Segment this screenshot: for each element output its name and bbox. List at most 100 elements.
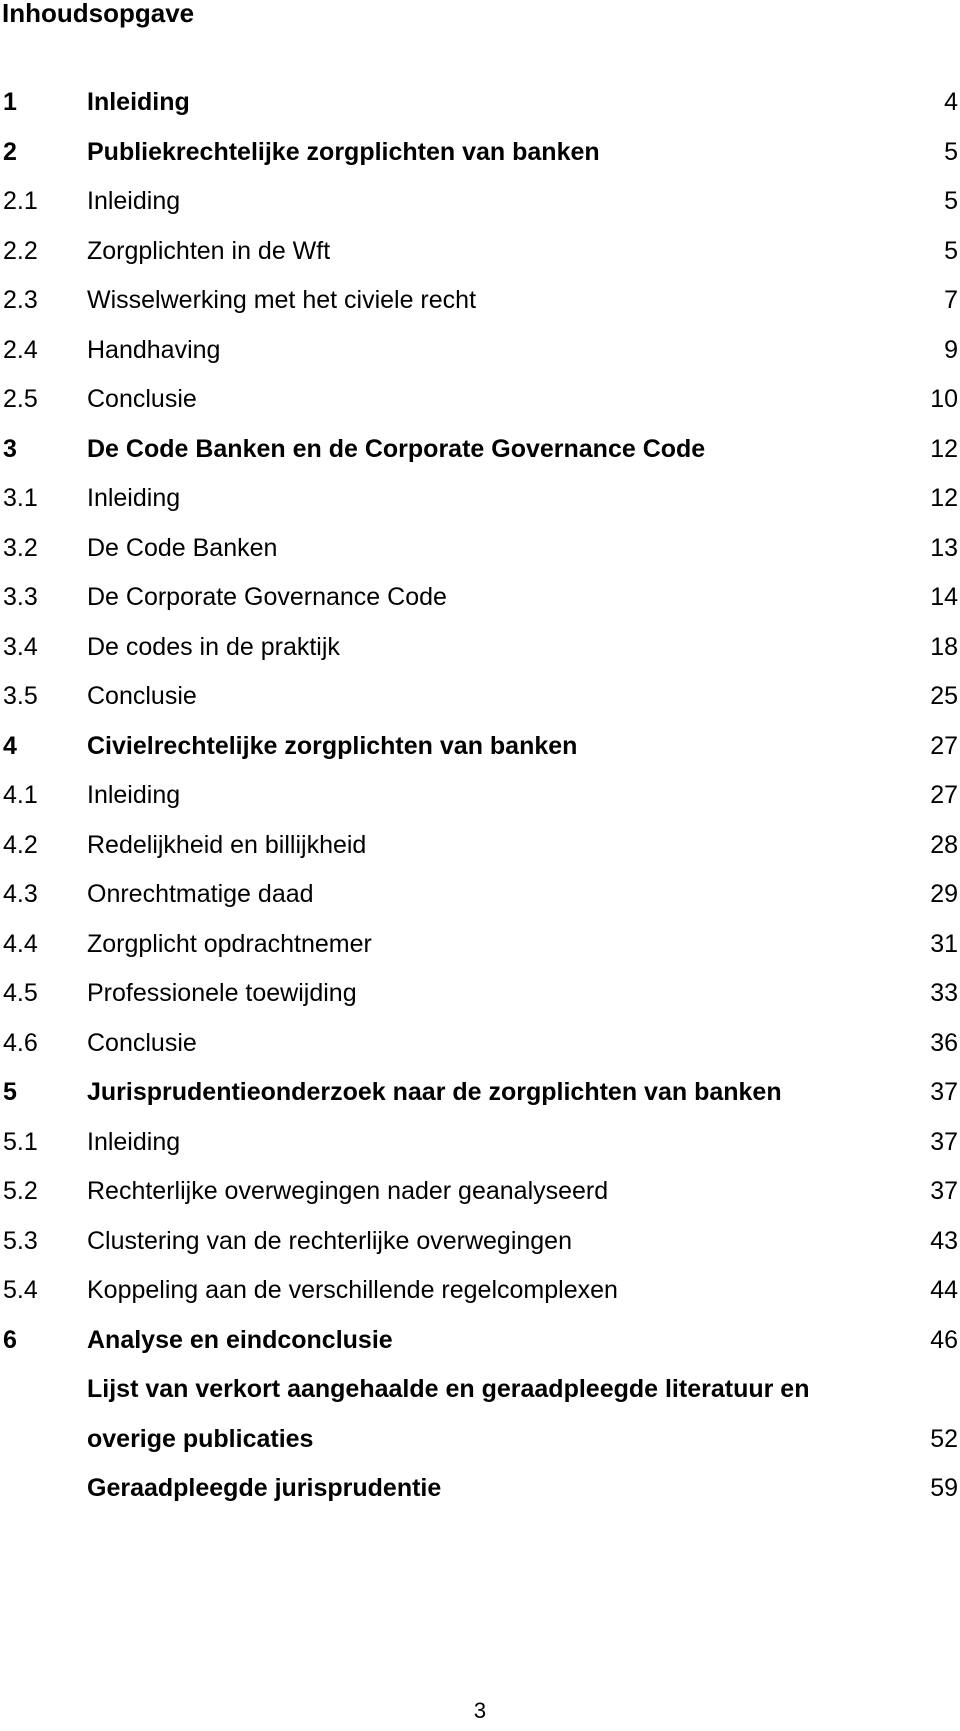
toc-entry-page: 9 bbox=[944, 335, 958, 364]
toc-entry-title[interactable]: Lijst van verkort aangehaalde en geraadp… bbox=[87, 1374, 809, 1404]
toc-entry-page: 10 bbox=[930, 385, 958, 413]
toc-section-entry[interactable]: 5.3 Clustering van de rechterlijke overwe… bbox=[0, 1226, 960, 1276]
toc-entry-page: 12 bbox=[930, 484, 958, 512]
toc-entry-title[interactable]: Zorgplichten in de Wft bbox=[87, 236, 330, 266]
toc-entry-title[interactable]: Rechterlijke overwegingen nader geanalys… bbox=[87, 1176, 608, 1206]
toc-entry-title[interactable]: Publiekrechtelijke zorgplichten van bank… bbox=[87, 137, 600, 167]
toc-entry-title[interactable]: De Code Banken en de Corporate Governanc… bbox=[87, 434, 705, 464]
page-number: 3 bbox=[473, 1698, 487, 1723]
toc-entry-page: 27 bbox=[930, 731, 958, 760]
toc-entry-page: 37 bbox=[930, 1177, 958, 1205]
toc-entry-number: 2 bbox=[3, 137, 17, 166]
toc-entry-number: 3 bbox=[3, 434, 17, 463]
toc-entry-number: 2.2 bbox=[3, 236, 38, 265]
toc-entry-title[interactable]: Conclusie bbox=[87, 1028, 197, 1058]
toc-entry-title[interactable]: Jurisprudentieonderzoek naar de zorgplic… bbox=[87, 1077, 782, 1107]
toc-section-entry[interactable]: 2.2 Zorgplichten in de Wft 5 bbox=[0, 236, 960, 286]
toc-entry-title[interactable]: Geraadpleegde jurisprudentie bbox=[87, 1473, 441, 1503]
toc-entry-title[interactable]: Inleiding bbox=[87, 1127, 180, 1157]
toc-section-entry[interactable]: 2.1 Inleiding 5 bbox=[0, 186, 960, 236]
toc-entry-number: 5.2 bbox=[3, 1177, 38, 1205]
toc-entry-title[interactable]: Analyse en eindconclusie bbox=[87, 1325, 393, 1355]
toc-entry-number: 4 bbox=[3, 731, 17, 760]
toc-section-entry[interactable]: 3.1 Inleiding 12 bbox=[0, 483, 960, 533]
toc-entry-page: 37 bbox=[930, 1078, 958, 1106]
toc-section-entry[interactable]: 5.4 Koppeling aan de verschillende regelc… bbox=[0, 1275, 960, 1325]
toc-entry-page: 5 bbox=[944, 236, 958, 265]
toc-entry-title[interactable]: Wisselwerking met het civiele recht bbox=[87, 285, 476, 315]
toc-entry-page: 18 bbox=[930, 632, 958, 661]
toc-entry-page: 59 bbox=[930, 1474, 958, 1502]
toc-entry-title[interactable]: De Corporate Governance Code bbox=[87, 582, 447, 612]
page-title: Inhoudsopgave bbox=[2, 0, 195, 28]
toc-entry-title[interactable]: overige publicaties bbox=[87, 1424, 313, 1454]
toc-entry-title[interactable]: Inleiding bbox=[87, 186, 180, 216]
toc-chapter-entry[interactable]: 5 Jurisprudentieonderzoek naar de zorgpli… bbox=[0, 1077, 960, 1127]
toc-entry-title[interactable]: Redelijkheid en billijkheid bbox=[87, 830, 366, 860]
toc-section-entry[interactable]: 3.2 De Code Banken 13 bbox=[0, 533, 960, 583]
toc-entry-title[interactable]: Onrechtmatige daad bbox=[87, 879, 314, 909]
toc-entry-page: 14 bbox=[930, 583, 958, 611]
toc-entry-title[interactable]: De codes in de praktijk bbox=[87, 632, 340, 662]
toc-entry-number: 5.3 bbox=[3, 1226, 38, 1255]
toc-chapter-entry[interactable]: 1 Inleiding 4 bbox=[0, 87, 960, 137]
toc-entry-number: 4.3 bbox=[3, 880, 38, 908]
toc-entry-number: 6 bbox=[3, 1325, 17, 1354]
toc-entry-number: 3.4 bbox=[3, 632, 38, 661]
toc-entry-title[interactable]: Handhaving bbox=[87, 335, 220, 365]
toc-chapter-entry[interactable]: 3 De Code Banken en de Corporate Governan… bbox=[0, 434, 960, 484]
toc-entry-page: 12 bbox=[930, 434, 958, 463]
toc-entry-title[interactable]: Conclusie bbox=[87, 384, 197, 414]
toc-section-entry[interactable]: 4.3 Onrechtmatige daad 29 bbox=[0, 879, 960, 929]
toc-entry-title[interactable]: Koppeling aan de verschillende regelcomp… bbox=[87, 1275, 618, 1305]
toc-entry-title[interactable]: Inleiding bbox=[87, 87, 190, 117]
toc-chapter-entry[interactable]: Geraadpleegde jurisprudentie 59 bbox=[0, 1473, 960, 1523]
toc-section-entry[interactable]: 5.1 Inleiding 37 bbox=[0, 1127, 960, 1177]
toc-chapter-entry[interactable]: Lijst van verkort aangehaalde en geraadp… bbox=[0, 1374, 960, 1424]
toc-chapter-entry[interactable]: 6 Analyse en eindconclusie 46 bbox=[0, 1325, 960, 1375]
toc-entry-number: 5 bbox=[3, 1078, 17, 1106]
toc-section-entry[interactable]: 4.1 Inleiding 27 bbox=[0, 780, 960, 830]
toc-entry-number: 3.2 bbox=[3, 533, 38, 562]
toc-entry-title[interactable]: Clustering van de rechterlijke overwegin… bbox=[87, 1226, 572, 1256]
toc-entry-number: 4.1 bbox=[3, 781, 38, 809]
toc-section-entry[interactable]: 4.2 Redelijkheid en billijkheid 28 bbox=[0, 830, 960, 880]
toc-entry-page: 27 bbox=[930, 781, 958, 809]
toc-entry-title[interactable]: De Code Banken bbox=[87, 533, 277, 563]
toc-entry-number: 4.5 bbox=[3, 979, 38, 1007]
toc-chapter-entry[interactable]: overige publicaties 52 bbox=[0, 1424, 960, 1474]
toc-entry-page: 13 bbox=[930, 533, 958, 562]
toc-section-entry[interactable]: 3.5 Conclusie 25 bbox=[0, 681, 960, 731]
toc-entry-title[interactable]: Professionele toewijding bbox=[87, 978, 357, 1008]
table-of-contents: 1 Inleiding 4 2 Publiekrechtelijke zorgplich… bbox=[0, 87, 960, 1523]
toc-entry-number: 4.6 bbox=[3, 1028, 38, 1057]
toc-entry-title[interactable]: Zorgplicht opdrachtnemer bbox=[87, 929, 372, 959]
toc-entry-page: 4 bbox=[944, 88, 958, 116]
toc-entry-page: 44 bbox=[930, 1276, 958, 1304]
toc-entry-number: 2.4 bbox=[3, 335, 38, 364]
toc-section-entry[interactable]: 3.3 De Corporate Governance Code 14 bbox=[0, 582, 960, 632]
toc-entry-page: 5 bbox=[944, 187, 958, 215]
toc-entry-number: 3.3 bbox=[3, 583, 38, 611]
toc-section-entry[interactable]: 4.5 Professionele toewijding 33 bbox=[0, 978, 960, 1028]
toc-entry-title[interactable]: Inleiding bbox=[87, 780, 180, 810]
toc-entry-title[interactable]: Inleiding bbox=[87, 483, 180, 513]
toc-entry-number: 1 bbox=[3, 88, 17, 116]
toc-entry-page: 33 bbox=[930, 979, 958, 1007]
toc-entry-number: 4.4 bbox=[3, 929, 38, 958]
toc-entry-number: 4.2 bbox=[3, 830, 38, 859]
toc-section-entry[interactable]: 2.5 Conclusie 10 bbox=[0, 384, 960, 434]
toc-section-entry[interactable]: 3.4 De codes in de praktijk 18 bbox=[0, 632, 960, 682]
toc-chapter-entry[interactable]: 2 Publiekrechtelijke zorgplichten van ban… bbox=[0, 137, 960, 187]
toc-entry-title[interactable]: Civielrechtelijke zorgplichten van banke… bbox=[87, 731, 577, 761]
toc-section-entry[interactable]: 4.6 Conclusie 36 bbox=[0, 1028, 960, 1078]
toc-section-entry[interactable]: 2.4 Handhaving 9 bbox=[0, 335, 960, 385]
toc-chapter-entry[interactable]: 4 Civielrechtelijke zorgplichten van bank… bbox=[0, 731, 960, 781]
toc-section-entry[interactable]: 5.2 Rechterlijke overwegingen nader geana… bbox=[0, 1176, 960, 1226]
toc-entry-page: 37 bbox=[930, 1127, 958, 1156]
toc-entry-page: 28 bbox=[930, 830, 958, 859]
toc-entry-title[interactable]: Conclusie bbox=[87, 681, 197, 711]
toc-section-entry[interactable]: 2.3 Wisselwerking met het civiele recht 7 bbox=[0, 285, 960, 335]
toc-section-entry[interactable]: 4.4 Zorgplicht opdrachtnemer 31 bbox=[0, 929, 960, 979]
toc-entry-page: 43 bbox=[930, 1226, 958, 1255]
